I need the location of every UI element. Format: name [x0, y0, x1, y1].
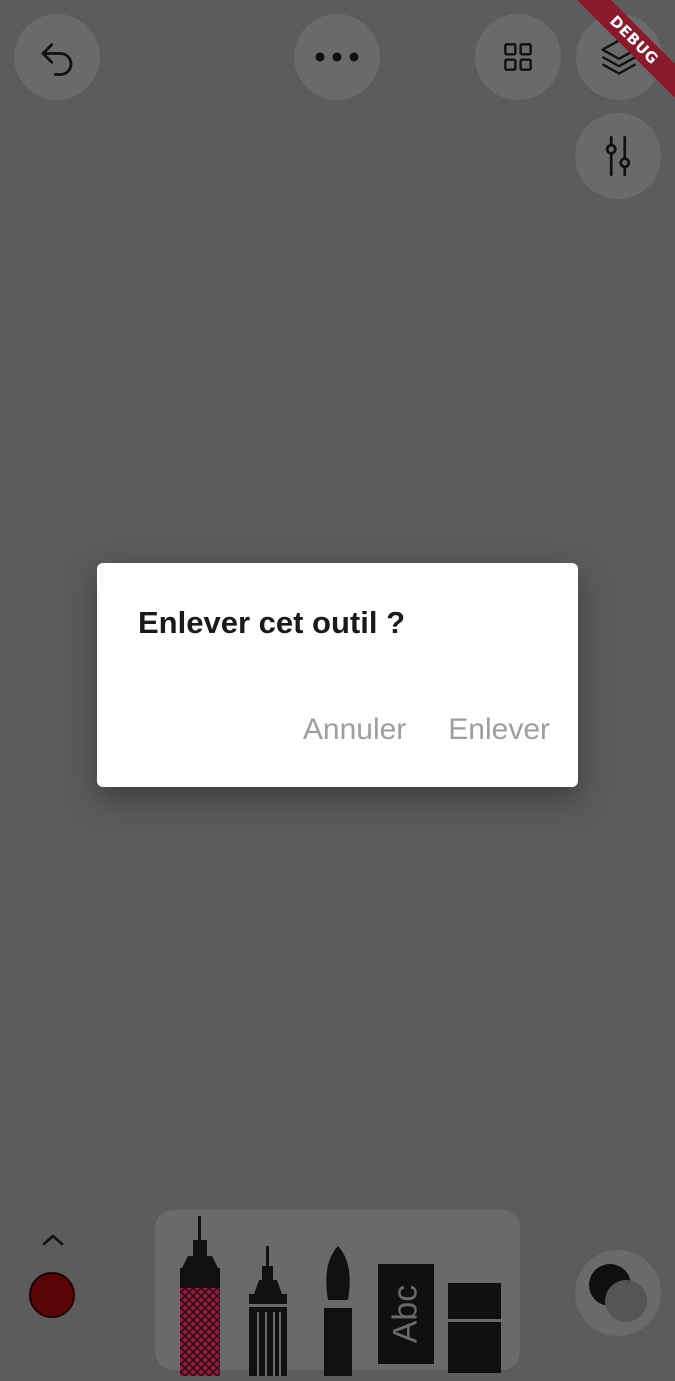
- tool-text[interactable]: Abc: [378, 1264, 434, 1364]
- sliders-icon: [601, 134, 635, 178]
- dialog-actions: Annuler Enlever: [303, 713, 550, 747]
- cancel-button[interactable]: Annuler: [303, 713, 406, 747]
- layers-icon: [597, 35, 641, 79]
- tool-tray: Abc: [155, 1210, 520, 1378]
- adjustments-button[interactable]: [575, 113, 661, 199]
- expand-palette-button[interactable]: [40, 1232, 66, 1253]
- tool-pen[interactable]: [177, 1216, 223, 1381]
- dialog-title: Enlever cet outil ?: [138, 605, 406, 640]
- layers-button[interactable]: [576, 14, 662, 100]
- chevron-up-icon: [40, 1234, 66, 1252]
- gallery-grid-button[interactable]: [475, 14, 561, 100]
- current-color-swatch[interactable]: [29, 1272, 75, 1318]
- tool-fineliner[interactable]: [245, 1246, 291, 1381]
- remove-tool-dialog: Enlever cet outil ? Annuler Enlever: [97, 563, 578, 787]
- tool-eraser[interactable]: [448, 1283, 501, 1373]
- tool-brush[interactable]: [321, 1246, 355, 1381]
- more-horizontal-icon: [313, 50, 361, 64]
- text-tool-label: Abc: [386, 1284, 425, 1344]
- undo-icon: [36, 36, 78, 78]
- grid-icon: [502, 41, 534, 73]
- undo-button[interactable]: [14, 14, 100, 100]
- remove-button[interactable]: Enlever: [448, 713, 550, 747]
- more-options-button[interactable]: [294, 14, 380, 100]
- blend-mode-button[interactable]: [575, 1250, 661, 1336]
